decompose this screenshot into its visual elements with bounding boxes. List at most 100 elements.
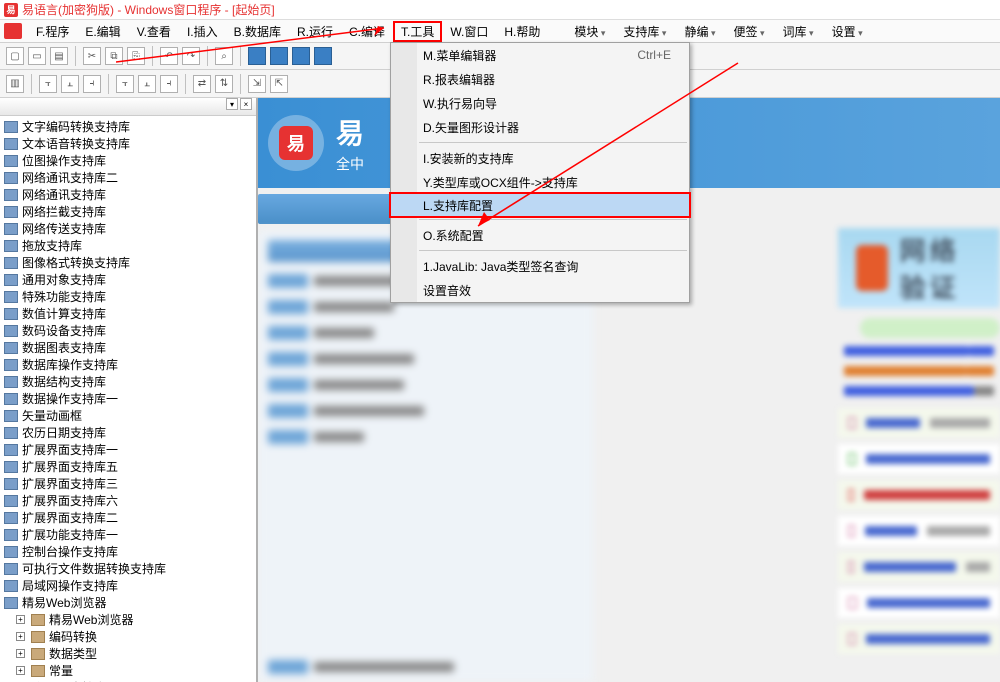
dropdown-item[interactable]: R.报表编辑器: [391, 67, 689, 91]
menu-support-lib[interactable]: 支持库: [617, 21, 672, 42]
lib-icon: [4, 257, 18, 269]
dist2-icon[interactable]: ⇅: [215, 75, 233, 93]
size1-icon[interactable]: ⇲: [248, 75, 266, 93]
menu-compile[interactable]: C.编译: [341, 21, 393, 42]
dropdown-item[interactable]: D.矢量图形设计器: [391, 115, 689, 139]
menu-settings[interactable]: 设置: [826, 21, 869, 42]
align3-icon[interactable]: ⫠: [61, 75, 79, 93]
align6-icon[interactable]: ⫠: [138, 75, 156, 93]
tree-item[interactable]: 文本语音转换支持库: [0, 135, 256, 152]
tree-item[interactable]: 扩展界面支持库二: [0, 509, 256, 526]
tree-item[interactable]: 精易Web浏览器: [0, 594, 256, 611]
tree-item[interactable]: 农历日期支持库: [0, 424, 256, 441]
dropdown-item[interactable]: I.安装新的支持库: [391, 146, 689, 170]
menu-tools[interactable]: T.工具: [393, 21, 442, 42]
size2-icon[interactable]: ⇱: [270, 75, 288, 93]
tree-item[interactable]: 网络通讯支持库二: [0, 169, 256, 186]
dropdown-item[interactable]: O.系统配置: [391, 223, 689, 247]
align7-icon[interactable]: ⫞: [160, 75, 178, 93]
tree-sub-item[interactable]: +常量: [0, 662, 256, 679]
tree-item[interactable]: 数值计算支持库: [0, 305, 256, 322]
align1-icon[interactable]: ▥: [6, 75, 24, 93]
menu-window[interactable]: W.窗口: [442, 21, 496, 42]
find-icon[interactable]: ⌕: [215, 47, 233, 65]
tree-item[interactable]: 通用对象支持库: [0, 271, 256, 288]
tree-item[interactable]: 数码设备支持库: [0, 322, 256, 339]
lib-icon: [4, 155, 18, 167]
tree-item[interactable]: 图像格式转换支持库: [0, 254, 256, 271]
dropdown-label: D.矢量图形设计器: [423, 119, 519, 136]
layout1-icon[interactable]: [248, 47, 266, 65]
tree-item[interactable]: 控制台操作支持库: [0, 543, 256, 560]
menu-help[interactable]: H.帮助: [496, 21, 548, 42]
expander-icon[interactable]: +: [16, 615, 25, 624]
menu-note[interactable]: 便签: [727, 21, 770, 42]
menu-static-compile[interactable]: 静编: [678, 21, 721, 42]
tree-label: 扩展界面支持库三: [22, 475, 118, 492]
align2-icon[interactable]: ⫟: [39, 75, 57, 93]
align4-icon[interactable]: ⫞: [83, 75, 101, 93]
tree-item[interactable]: 网络传送支持库: [0, 220, 256, 237]
tree-item[interactable]: 扩展界面支持库五: [0, 458, 256, 475]
menu-dict[interactable]: 词库: [777, 21, 820, 42]
expander-icon[interactable]: +: [16, 632, 25, 641]
tree-item[interactable]: 数据图表支持库: [0, 339, 256, 356]
dropdown-item[interactable]: Y.类型库或OCX组件->支持库: [391, 170, 689, 194]
undo-icon[interactable]: ↶: [160, 47, 178, 65]
open-icon[interactable]: ▭: [28, 47, 46, 65]
expander-icon[interactable]: +: [16, 666, 25, 675]
dist1-icon[interactable]: ⇄: [193, 75, 211, 93]
menu-view[interactable]: V.查看: [129, 21, 179, 42]
new-icon[interactable]: ▢: [6, 47, 24, 65]
menu-database[interactable]: B.数据库: [226, 21, 289, 42]
tree-item[interactable]: 网络拦截支持库: [0, 203, 256, 220]
lib-icon: [4, 444, 18, 456]
save-icon[interactable]: ▤: [50, 47, 68, 65]
dropdown-label: L.支持库配置: [423, 197, 493, 214]
tree-item[interactable]: 矢量动画框: [0, 407, 256, 424]
tree-item[interactable]: 网络通讯支持库: [0, 186, 256, 203]
tree-sub-item[interactable]: +精易Web浏览器: [0, 611, 256, 628]
lib-icon: [4, 121, 18, 133]
dropdown-item[interactable]: W.执行易向导: [391, 91, 689, 115]
dropdown-item[interactable]: 设置音效: [391, 278, 689, 302]
tree-item[interactable]: 文字编码转换支持库: [0, 118, 256, 135]
layout2-icon[interactable]: [270, 47, 288, 65]
redo-icon[interactable]: ↷: [182, 47, 200, 65]
dropdown-item[interactable]: M.菜单编辑器Ctrl+E: [391, 43, 689, 67]
layout3-icon[interactable]: [292, 47, 310, 65]
tree-item[interactable]: 扩展界面支持库一: [0, 441, 256, 458]
layout4-icon[interactable]: [314, 47, 332, 65]
panel-min-icon[interactable]: ▾: [226, 98, 238, 110]
tree-item[interactable]: 数据操作支持库一: [0, 390, 256, 407]
menu-edit[interactable]: E.编辑: [77, 21, 128, 42]
tree-sub-item[interactable]: +编码转换: [0, 628, 256, 645]
tree-item[interactable]: 扩展功能支持库一: [0, 526, 256, 543]
tree-item[interactable]: 位图操作支持库: [0, 152, 256, 169]
tree-sub-item[interactable]: +数据类型: [0, 645, 256, 662]
dropdown-label: M.菜单编辑器: [423, 47, 496, 64]
panel-close-icon[interactable]: ×: [240, 98, 252, 110]
tree-item[interactable]: 扩展界面支持库六: [0, 492, 256, 509]
align5-icon[interactable]: ⫟: [116, 75, 134, 93]
copy-icon[interactable]: ⧉: [105, 47, 123, 65]
tree-item[interactable]: 扩展界面支持库三: [0, 475, 256, 492]
lib-icon: [4, 478, 18, 490]
menu-run[interactable]: R.运行: [289, 21, 341, 42]
tree-item[interactable]: 数据库操作支持库: [0, 356, 256, 373]
tree-item[interactable]: 可执行文件数据转换支持库: [0, 560, 256, 577]
dropdown-item[interactable]: L.支持库配置: [390, 193, 690, 217]
cut-icon[interactable]: ✂: [83, 47, 101, 65]
tree-item[interactable]: 特殊功能支持库: [0, 288, 256, 305]
tree-item[interactable]: 数据结构支持库: [0, 373, 256, 390]
tree-item[interactable]: 局域网操作支持库: [0, 577, 256, 594]
menu-program[interactable]: F.程序: [28, 21, 77, 42]
tree-label: 扩展界面支持库二: [22, 509, 118, 526]
paste-icon[interactable]: ⎘: [127, 47, 145, 65]
menu-insert[interactable]: I.插入: [179, 21, 226, 42]
tree-item[interactable]: 拖放支持库: [0, 237, 256, 254]
dropdown-item[interactable]: 1.JavaLib: Java类型签名查询: [391, 254, 689, 278]
expander-icon[interactable]: +: [16, 649, 25, 658]
menu-module[interactable]: 模块: [568, 21, 611, 42]
library-tree[interactable]: 文字编码转换支持库文本语音转换支持库位图操作支持库网络通讯支持库二网络通讯支持库…: [0, 116, 256, 682]
